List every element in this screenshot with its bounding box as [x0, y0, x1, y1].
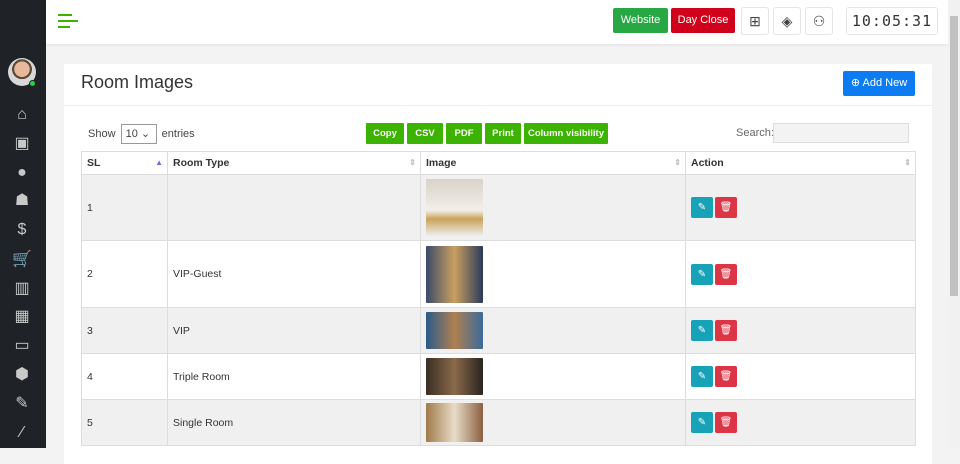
action-cell: ✎ 🗑 — [685, 307, 916, 354]
image-cell — [420, 307, 686, 354]
room-image — [426, 358, 483, 395]
edit-icon[interactable]: ✎ — [691, 197, 713, 218]
table-row: 2 VIP-Guest ✎ 🗑 — [81, 240, 916, 308]
sidebar: ⌂ ▣ ● ☗ $ 🛒 ▥ ▦ ▭ ⬢ ✎ ⁄ — [0, 0, 46, 448]
sl-cell: 1 — [81, 174, 168, 241]
image-cell — [420, 353, 686, 400]
action-cell: ✎ 🗑 — [685, 240, 916, 308]
room-type-cell: VIP — [167, 307, 421, 354]
diamond-icon[interactable]: ◈ — [773, 7, 801, 35]
room-images-table: SL ▲ Room Type ⇕ Image ⇕ Action ⇕ 1 ✎ 🗑 2 VIP… — [81, 151, 916, 446]
hexagon-icon[interactable]: ⬢ — [10, 365, 34, 385]
copy-button[interactable]: Copy — [366, 123, 404, 144]
sl-cell: 5 — [81, 399, 168, 446]
sl-cell: 2 — [81, 240, 168, 308]
room-type-cell — [167, 174, 421, 241]
table-row: 3 VIP ✎ 🗑 — [81, 307, 916, 354]
users-icon[interactable]: ☗ — [10, 191, 34, 211]
delete-icon[interactable]: 🗑 — [715, 320, 737, 341]
room-type-cell: VIP-Guest — [167, 240, 421, 308]
column-visibility-button[interactable]: Column visibility — [524, 123, 608, 144]
edit-icon[interactable]: ✎ — [691, 412, 713, 433]
menu-toggle-icon[interactable] — [58, 14, 78, 32]
show-label: Show — [88, 128, 116, 140]
divider — [64, 105, 932, 106]
table-row: 4 Triple Room ✎ 🗑 — [81, 353, 916, 400]
header-room-type[interactable]: Room Type ⇕ — [167, 151, 421, 175]
add-new-label: Add New — [862, 77, 908, 89]
edit-icon[interactable]: ✎ — [691, 320, 713, 341]
grid-icon[interactable]: ▦ — [10, 307, 34, 327]
scrollbar[interactable] — [948, 0, 960, 448]
header-image[interactable]: Image ⇕ — [420, 151, 686, 175]
delete-icon[interactable]: 🗑 — [715, 366, 737, 387]
print-button[interactable]: Print — [485, 123, 521, 144]
action-cell: ✎ 🗑 — [685, 174, 916, 241]
search-label: Search: — [736, 127, 774, 139]
image-cell — [420, 174, 686, 241]
user-icon[interactable]: ● — [10, 163, 34, 183]
website-button[interactable]: Website — [613, 8, 668, 33]
entries-select[interactable]: 10 ⌄ — [120, 124, 157, 145]
day-close-button[interactable]: Day Close — [671, 8, 735, 33]
action-cell: ✎ 🗑 — [685, 353, 916, 400]
home-icon[interactable]: ⌂ — [10, 105, 34, 125]
cart-icon[interactable]: 🛒 — [10, 250, 34, 270]
delete-icon[interactable]: 🗑 — [715, 263, 737, 285]
pin-icon[interactable]: ✎ — [10, 394, 34, 414]
tablet-icon[interactable]: ▭ — [10, 336, 34, 356]
apps-grid-icon[interactable]: ⊞ — [741, 7, 769, 35]
room-images-card: Room Images ⊕ Add New Show 10 ⌄ entries … — [64, 64, 932, 464]
sl-cell: 4 — [81, 353, 168, 400]
add-new-button[interactable]: ⊕ Add New — [843, 71, 915, 96]
top-header: Website Day Close ⊞ ◈ ⚇ 10:05:31 — [46, 0, 948, 44]
search-input[interactable] — [773, 123, 909, 143]
image-cell — [420, 399, 686, 446]
delete-icon[interactable]: 🗑 — [715, 412, 737, 433]
room-image — [426, 245, 483, 303]
header-sl[interactable]: SL ▲ — [81, 151, 168, 175]
edit-icon[interactable]: ✎ — [691, 263, 713, 285]
clock: 10:05:31 — [846, 7, 938, 35]
room-type-cell: Triple Room — [167, 353, 421, 400]
briefcase-icon[interactable]: ▣ — [10, 134, 34, 154]
header-action[interactable]: Action ⇕ — [685, 151, 916, 175]
room-image — [426, 403, 483, 442]
sl-cell: 3 — [81, 307, 168, 354]
room-image — [426, 312, 483, 349]
edit-icon[interactable]: ✎ — [691, 366, 713, 387]
chart-icon[interactable]: ▥ — [10, 279, 34, 299]
action-cell: ✎ 🗑 — [685, 399, 916, 446]
csv-button[interactable]: CSV — [407, 123, 443, 144]
room-type-cell: Single Room — [167, 399, 421, 446]
entries-value: 10 — [125, 128, 138, 141]
entries-label: entries — [161, 128, 195, 140]
add-user-icon[interactable]: ⚇ — [805, 7, 833, 35]
page-title: Room Images — [81, 72, 194, 92]
delete-icon[interactable]: 🗑 — [715, 197, 737, 218]
table-row: 5 Single Room ✎ 🗑 — [81, 399, 916, 446]
online-status-icon — [29, 80, 36, 87]
image-cell — [420, 240, 686, 308]
entries-control: Show 10 ⌄ entries — [88, 124, 195, 145]
pdf-button[interactable]: PDF — [446, 123, 482, 144]
table-row: 1 ✎ 🗑 — [81, 174, 916, 241]
room-image — [426, 179, 483, 236]
dollar-icon[interactable]: $ — [10, 220, 34, 240]
brush-icon[interactable]: ⁄ — [10, 423, 34, 443]
